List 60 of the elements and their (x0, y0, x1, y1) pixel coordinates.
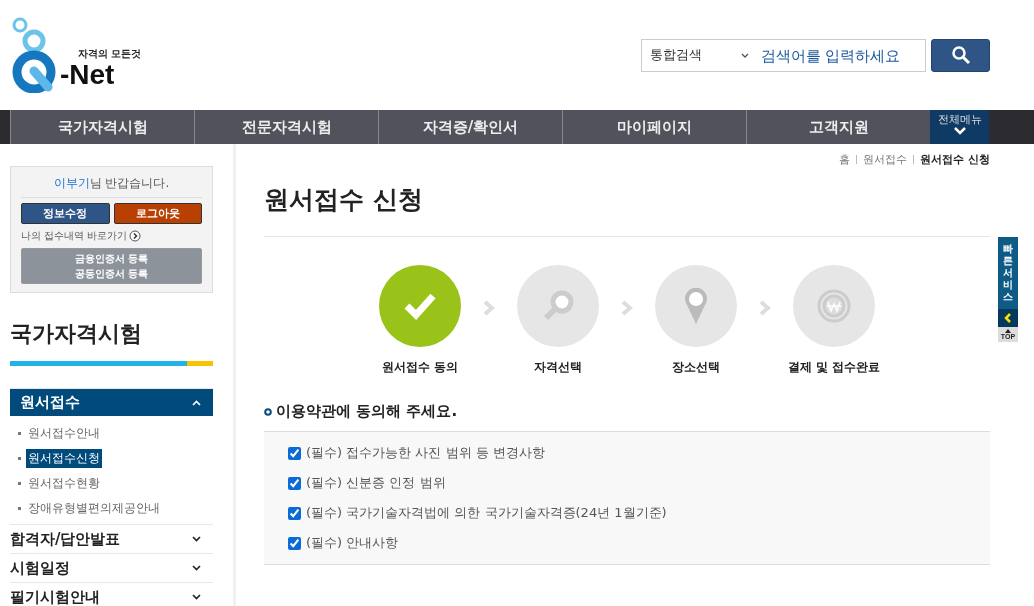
history-link[interactable]: 나의 접수내역 바로가기 (21, 229, 202, 243)
breadcrumb-link[interactable]: 원서접수 (863, 152, 908, 167)
search-icon (950, 45, 971, 65)
checkbox[interactable] (288, 506, 301, 520)
breadcrumb-link[interactable]: 홈 (839, 152, 851, 167)
section-heading: 이용약관에 동의해 주세요. (276, 402, 458, 421)
sidebar-title: 국가자격시험 (10, 320, 143, 348)
chevron-icon (953, 127, 966, 135)
quick-service-tab[interactable]: 빠른서비스 (998, 237, 1018, 309)
check-icon (403, 291, 437, 321)
nav-menu-item[interactable]: 자격증/확인서 (378, 110, 562, 144)
page-title: 원서접수 신청 (264, 183, 990, 237)
sidebar-item[interactable]: 원서접수신청 (26, 449, 102, 468)
chevron-icon (621, 300, 633, 316)
q-logo-icon (10, 17, 58, 93)
triangle-icon (1005, 329, 1011, 333)
checkbox[interactable] (288, 476, 301, 490)
pin-icon (685, 288, 707, 324)
arrow-circle-icon (129, 230, 142, 242)
collapse-button[interactable] (998, 309, 1018, 327)
chevron-icon (759, 300, 771, 316)
step-label: 결제 및 접수완료 (787, 359, 881, 376)
edit-info-button[interactable]: 정보수정 (21, 203, 110, 224)
checkbox-label: (필수) 국가기술자격법에 의한 국가기술자격증(24년 1월기준) (306, 504, 667, 522)
logout-button[interactable]: 로그아웃 (113, 203, 202, 224)
search-icon (541, 289, 575, 323)
won-coin-icon (817, 289, 851, 323)
caret-icon (741, 52, 749, 58)
checkbox-label: (필수) 안내사항 (306, 534, 399, 552)
nav-menu-item[interactable]: 고객지원 (746, 110, 930, 144)
checkbox-label: (필수) 접수가능한 사진 범위 등 변경사항 (306, 444, 545, 462)
logo-wordmark: -Net (60, 61, 116, 89)
chevron-icon (192, 565, 201, 571)
chevron-icon (192, 399, 201, 406)
sidebar-item[interactable]: 원서접수안내 (26, 424, 102, 443)
sidebar-item[interactable]: 장애유형별편의제공안내 (26, 499, 162, 518)
sidebar-section[interactable]: 원서접수 (10, 388, 213, 416)
all-menu-button[interactable]: 전체메뉴 (930, 110, 989, 144)
logo-tagline: 자격의 모든것 (78, 47, 142, 61)
chevron-icon (192, 594, 201, 600)
checkbox[interactable] (288, 536, 301, 550)
nav-menu-item[interactable]: 마이페이지 (562, 110, 746, 144)
chevron-icon (192, 536, 201, 542)
breadcrumb-link[interactable]: 원서접수 신청 (920, 152, 990, 167)
search-scope-select[interactable]: 통합검색 (642, 46, 757, 64)
step-label: 자격선택 (534, 359, 582, 376)
chevron-icon (1004, 313, 1012, 323)
search-field[interactable]: 통합검색 검색어를 입력하세요 (641, 38, 926, 72)
chevron-icon (483, 300, 495, 316)
step-label: 원서접수 동의 (381, 359, 459, 376)
checkbox-label: (필수) 신분증 인정 범위 (306, 474, 446, 492)
sidebar-item[interactable]: 원서접수현황 (26, 474, 102, 493)
nav-menu-item[interactable]: 국가자격시험 (10, 110, 194, 144)
greeting-text: 이부기 님 반갑습니다. (21, 175, 202, 198)
step-label: 장소선택 (672, 359, 720, 376)
bullet-icon (264, 407, 272, 416)
checkbox[interactable] (288, 446, 301, 460)
sidebar-section[interactable]: 필기시험안내 (10, 582, 213, 606)
nav-menu-item[interactable]: 전문자격시험 (194, 110, 378, 144)
search-button[interactable] (931, 38, 990, 72)
